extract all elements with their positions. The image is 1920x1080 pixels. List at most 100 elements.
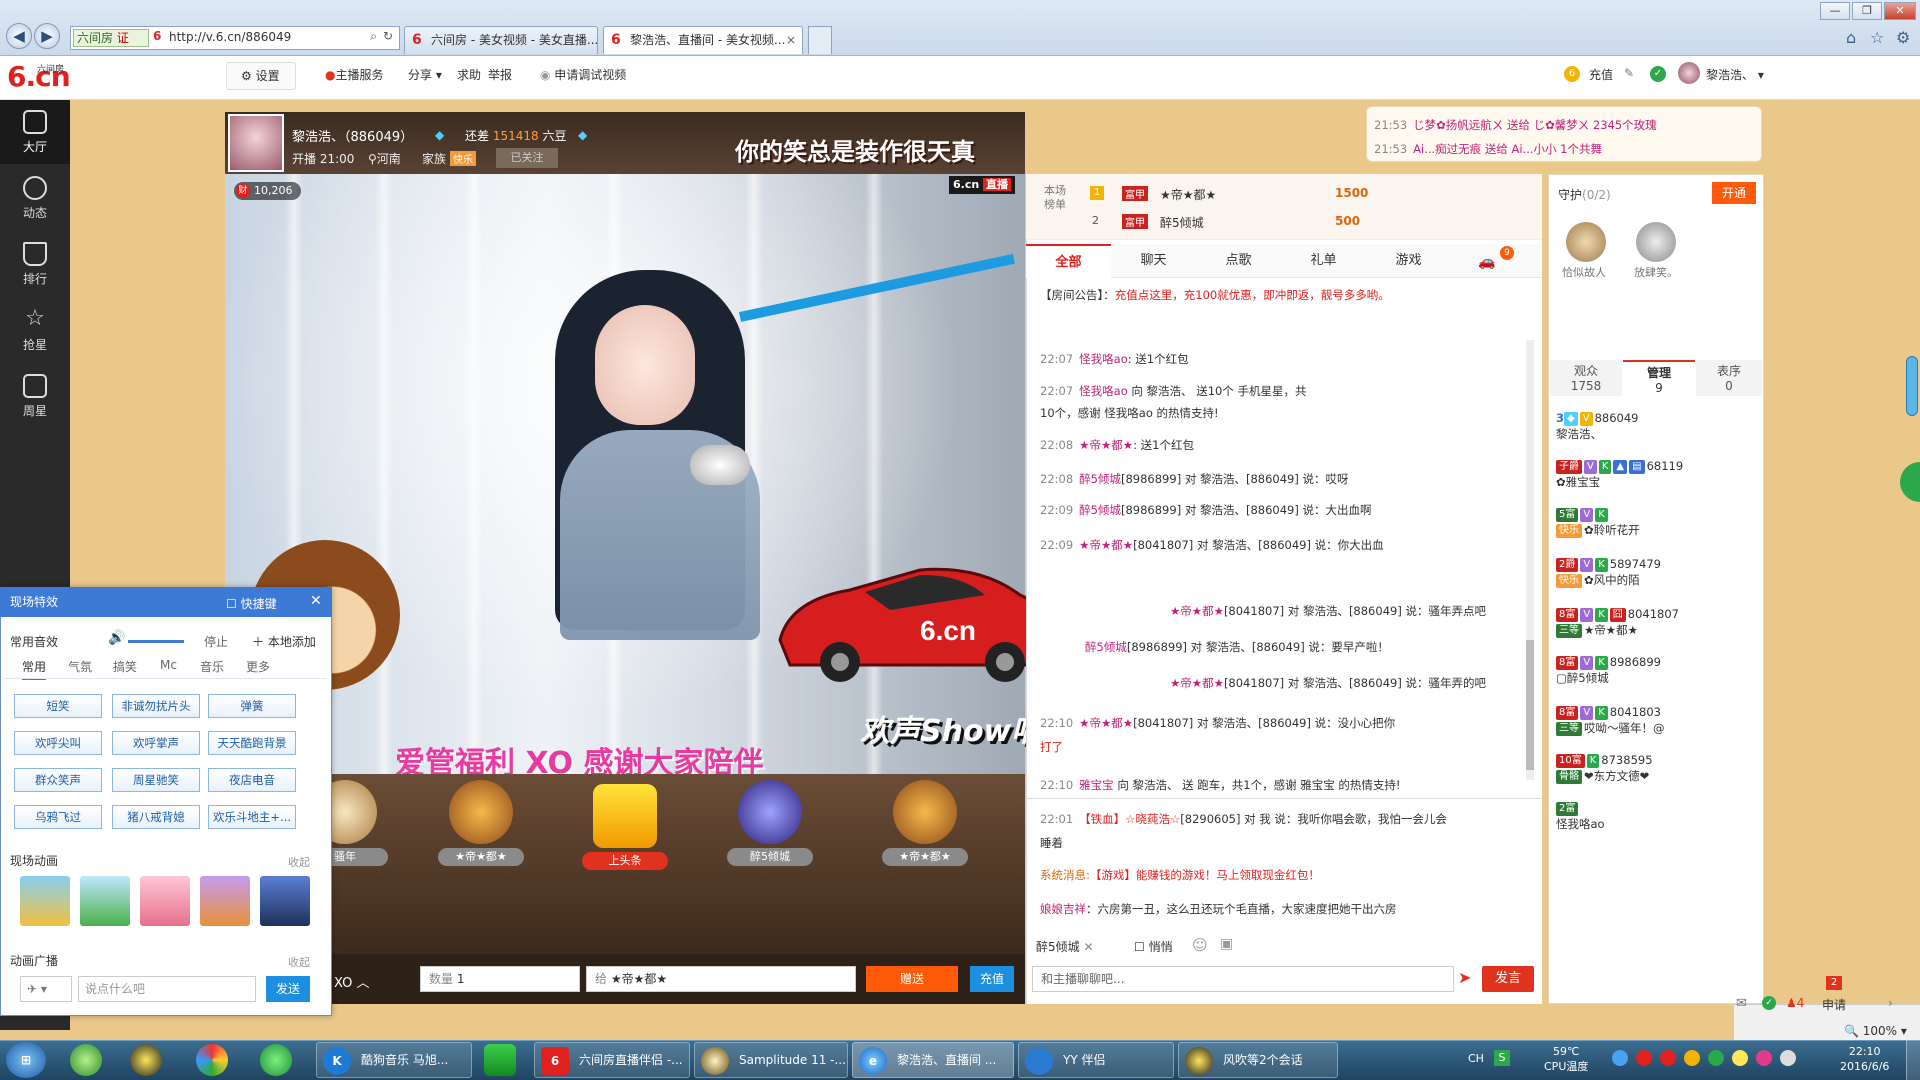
fx-sound-button[interactable]: 夜店电音: [208, 768, 296, 792]
task-kugou[interactable]: K 酷狗音乐 马旭...: [316, 1042, 472, 1078]
fx-sound-button[interactable]: 非诚勿扰片头: [112, 694, 200, 718]
anim-thumbnail[interactable]: [200, 876, 250, 926]
tab-gift-list[interactable]: 礼单: [1281, 244, 1366, 278]
emoji-icon[interactable]: ☺: [1192, 936, 1208, 954]
apply-debug-link[interactable]: ◉ 申请调试视频: [540, 66, 626, 83]
fx-sound-button[interactable]: 周星驰笑: [112, 768, 200, 792]
hotkey-checkbox[interactable]: ☐ 快捷键: [226, 595, 277, 612]
fx-sound-button[interactable]: 欢呼尖叫: [14, 731, 102, 755]
header-username[interactable]: 黎浩浩、 ▾: [1706, 66, 1764, 83]
start-button[interactable]: ⊞: [6, 1042, 46, 1078]
tab-audience[interactable]: 观众 1758: [1550, 360, 1622, 396]
tray-icon[interactable]: [1684, 1050, 1700, 1066]
rank-user[interactable]: 醉5倾城: [1160, 214, 1204, 231]
tray-icon[interactable]: [1756, 1050, 1772, 1066]
chat-scroll-thumb[interactable]: [1526, 640, 1534, 770]
minimize-button[interactable]: —: [1820, 2, 1850, 20]
tray-icon[interactable]: [1612, 1050, 1628, 1066]
share-dropdown[interactable]: 分享 ▾: [408, 66, 442, 83]
task-ie-live-room[interactable]: e 黎浩浩、直播间 ...: [852, 1042, 1014, 1078]
tools-gear-icon[interactable]: ⚙: [1896, 28, 1910, 47]
rail-item-rank[interactable]: 排行: [0, 232, 70, 296]
anchor-avatar[interactable]: [228, 114, 284, 172]
tab-song[interactable]: 点歌: [1196, 244, 1281, 278]
rail-item-star[interactable]: ☆ 抢星: [0, 298, 70, 362]
guard-avatar[interactable]: [1636, 222, 1676, 262]
headline-button[interactable]: 上头条: [580, 784, 670, 874]
input-language[interactable]: CH: [1468, 1052, 1484, 1065]
show-desktop-button[interactable]: [1906, 1040, 1920, 1080]
qq-icon[interactable]: [130, 1044, 162, 1076]
anchor-service-link[interactable]: ●主播服务: [325, 66, 384, 83]
whisper-checkbox[interactable]: ☐ 悄悄: [1134, 938, 1173, 955]
add-local-button[interactable]: ＋ 本地添加: [252, 633, 316, 650]
quantity-input[interactable]: 数量 1: [420, 966, 580, 992]
user-entry[interactable]: 8富 V K 囧 8041807 三等 ★帝★都★: [1556, 606, 1756, 638]
guard-open-button[interactable]: 开通: [1712, 182, 1756, 204]
tray-icon[interactable]: [1732, 1050, 1748, 1066]
anim-thumbnail[interactable]: [80, 876, 130, 926]
task-qq-chats[interactable]: 风吹等2个会话: [1178, 1042, 1338, 1078]
tray-icon[interactable]: [1636, 1050, 1652, 1066]
task-samplitude[interactable]: Samplitude 11 -...: [694, 1042, 848, 1078]
tab-6cn-home[interactable]: 6 六间房 - 美女视频 - 美女直播...: [404, 26, 598, 54]
site-logo[interactable]: 6.cn 六间房: [7, 60, 71, 93]
window-close-button[interactable]: ✕: [1884, 2, 1916, 20]
user-entry[interactable]: 2富 怪我咯ao: [1556, 800, 1756, 832]
fx-sound-button[interactable]: 天天酷跑背景: [208, 731, 296, 755]
side-widget[interactable]: [1900, 462, 1920, 502]
tray-icon[interactable]: [1780, 1050, 1796, 1066]
give-gift-button[interactable]: 赠送: [866, 966, 958, 992]
user-entry[interactable]: 8富 V K 8986899 ▢醉5倾城: [1556, 654, 1756, 686]
stop-sound-button[interactable]: 停止: [204, 633, 228, 650]
broadcast-input[interactable]: 说点什么吧: [78, 976, 256, 1002]
ime-icon[interactable]: S: [1494, 1050, 1510, 1066]
fx-tab-music[interactable]: 音乐: [200, 658, 224, 675]
tab-order[interactable]: 表序 0: [1696, 360, 1762, 396]
paper-plane-icon[interactable]: ➤: [1458, 968, 1471, 987]
anim-thumbnail[interactable]: [260, 876, 310, 926]
anim-thumbnail[interactable]: [20, 876, 70, 926]
refresh-icon[interactable]: ↻: [383, 29, 393, 43]
rank-user[interactable]: ★帝★都★: [1160, 186, 1216, 203]
fx-sound-button[interactable]: 欢呼掌声: [112, 731, 200, 755]
volume-icon[interactable]: 🔊: [108, 630, 125, 646]
tab-game[interactable]: 游戏: [1366, 244, 1451, 278]
user-entry[interactable]: 2爵 V K 5897479 快乐 ✿风中的陌: [1556, 556, 1756, 588]
rail-item-hall[interactable]: 大厅: [0, 100, 70, 164]
user-entry[interactable]: 5富 V K 快乐 ✿聆听花开: [1556, 506, 1756, 538]
chat-input[interactable]: 和主播聊聊吧...: [1032, 966, 1454, 992]
recharge-link[interactable]: 充值: [1589, 66, 1613, 83]
rail-item-weekly[interactable]: 周星: [0, 364, 70, 428]
chat-target[interactable]: 醉5倾城 ✕: [1036, 938, 1094, 955]
address-bar[interactable]: 六间房 证 6 http://v.6.cn/886049 ⌕ ↻: [70, 26, 400, 50]
anim-collapse[interactable]: 收起: [288, 854, 310, 870]
tray-icon[interactable]: [1708, 1050, 1724, 1066]
iqiyi-icon[interactable]: [484, 1044, 516, 1076]
recharge-button[interactable]: 充值: [970, 966, 1014, 992]
fx-tab-more[interactable]: 更多: [246, 658, 270, 675]
send-button[interactable]: 发言: [1482, 966, 1534, 992]
chrome-icon[interactable]: [196, 1044, 228, 1076]
edit-icon[interactable]: ✎: [1624, 66, 1634, 80]
favorites-star-icon[interactable]: ☆: [1870, 28, 1884, 47]
tray-icon[interactable]: [1660, 1050, 1676, 1066]
forward-button[interactable]: ▶: [34, 23, 60, 49]
gift-target-select[interactable]: 给 ★帝★都★: [586, 966, 856, 992]
volume-slider[interactable]: [128, 640, 184, 643]
user-entry[interactable]: 10富 K 8738595 骨骼 ❤东方文德❤: [1556, 752, 1756, 784]
user-entry[interactable]: 8富 V K 8041803 三等 哎呦～骚年！@: [1556, 704, 1756, 736]
user-count-indicator[interactable]: ♟4: [1786, 996, 1804, 1010]
broadcast-send-button[interactable]: 发送: [266, 976, 310, 1002]
task-yy[interactable]: YY 伴侣: [1018, 1042, 1174, 1078]
follow-button[interactable]: 已关注: [496, 148, 558, 168]
tab-close-icon[interactable]: ×: [786, 27, 796, 54]
user-entry[interactable]: 子爵 V K ▲ ▤ 68119 ✿雅宝宝: [1556, 458, 1756, 490]
gift-slot[interactable]: 醉5倾城: [725, 780, 815, 870]
gift-slot[interactable]: ★帝★都★: [436, 780, 526, 870]
car-icon[interactable]: 🚗: [1478, 254, 1495, 270]
effects-close-icon[interactable]: ✕: [310, 593, 322, 609]
tab-all[interactable]: 全部: [1026, 244, 1111, 278]
broadcast-type-select[interactable]: ✈ ▾: [20, 976, 72, 1002]
fx-tab-mc[interactable]: Mc: [160, 658, 177, 672]
